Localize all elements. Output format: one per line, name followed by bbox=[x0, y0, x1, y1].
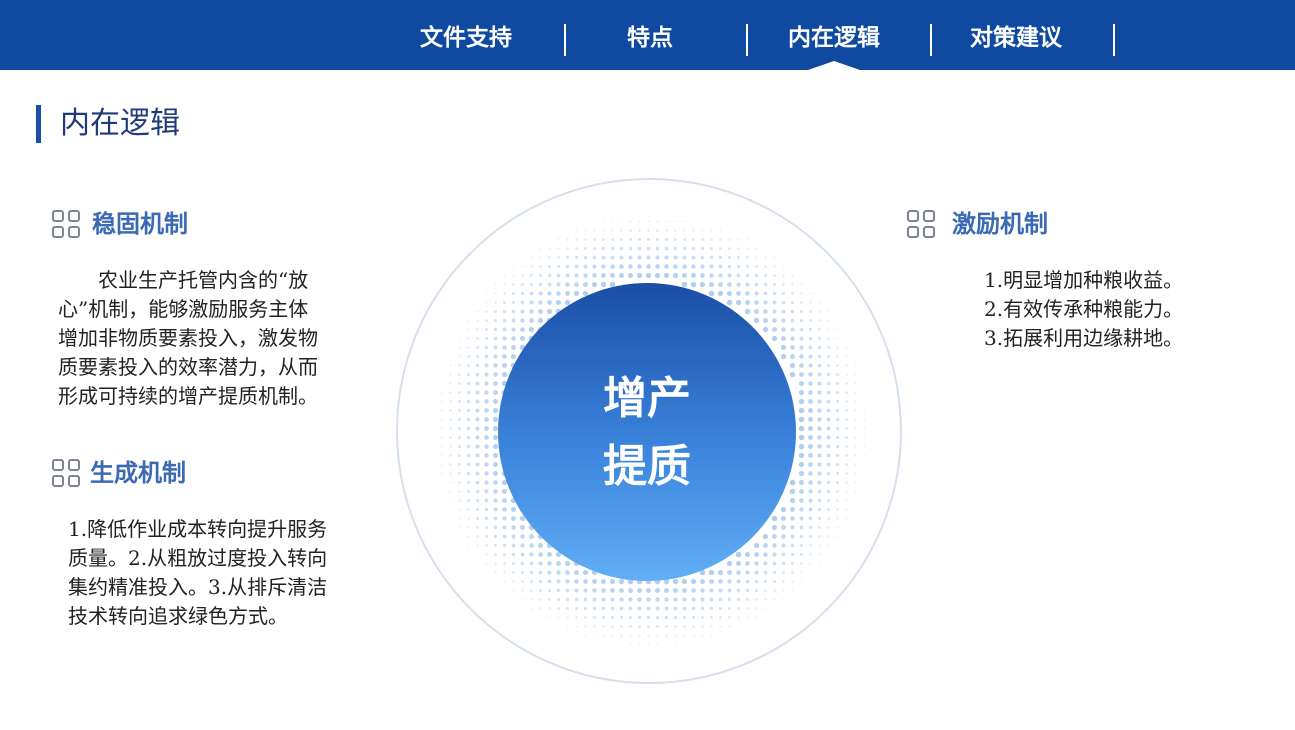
nav-tab-suggestions[interactable]: 对策建议 bbox=[938, 22, 1094, 54]
text-line: 质要素投入的效率潜力，从而 bbox=[58, 355, 318, 379]
text-line: 心”机制，能够激励服务主体 bbox=[58, 297, 309, 321]
center-circle: 增产 提质 bbox=[498, 283, 796, 581]
text-line: 集约精准投入。3.从排斥清洁 bbox=[68, 575, 328, 599]
nav: 文件支持 特点 内在逻辑 对策建议 bbox=[0, 0, 1295, 70]
nav-separator bbox=[746, 24, 748, 56]
text-line: 质量。2.从粗放过度投入转向 bbox=[68, 546, 328, 570]
text-line: 1.降低作业成本转向提升服务 bbox=[68, 517, 328, 541]
grid-icon bbox=[52, 459, 80, 487]
text-line: 农业生产托管内含的“放 bbox=[58, 268, 309, 292]
nav-tab-file-support[interactable]: 文件支持 bbox=[388, 22, 544, 54]
nav-separator bbox=[1113, 24, 1115, 56]
grid-icon bbox=[907, 210, 935, 238]
text-line: 增加非物质要素投入，激发物 bbox=[58, 326, 318, 350]
generation-mechanism-text: 1.降低作业成本转向提升服务 质量。2.从粗放过度投入转向 集约精准投入。3.从… bbox=[68, 515, 408, 631]
nav-tab-inner-logic[interactable]: 内在逻辑 bbox=[756, 22, 912, 54]
center-text-line2: 提质 bbox=[603, 441, 691, 492]
grid-icon bbox=[52, 210, 80, 238]
center-text-line1: 增产 bbox=[603, 373, 691, 424]
nav-separator bbox=[564, 24, 566, 56]
list-item: 2.有效传承种粮能力。 bbox=[984, 297, 1184, 321]
active-tab-indicator bbox=[808, 61, 860, 70]
stable-mechanism-title: 稳固机制 bbox=[92, 210, 188, 238]
nav-tab-features[interactable]: 特点 bbox=[572, 22, 728, 54]
incentive-mechanism-text: 1.明显增加种粮收益。 2.有效传承种粮能力。 3.拓展利用边缘耕地。 bbox=[984, 266, 1244, 353]
text-line: 技术转向追求绿色方式。 bbox=[68, 604, 288, 628]
incentive-mechanism-title: 激励机制 bbox=[952, 210, 1048, 238]
section-title: 内在逻辑 bbox=[60, 106, 180, 141]
generation-mechanism-title: 生成机制 bbox=[90, 459, 186, 487]
section-accent-bar bbox=[36, 105, 41, 143]
nav-separator bbox=[930, 24, 932, 56]
list-item: 1.明显增加种粮收益。 bbox=[984, 268, 1184, 292]
text-line: 形成可持续的增产提质机制。 bbox=[58, 384, 318, 408]
stable-mechanism-text: 农业生产托管内含的“放 心”机制，能够激励服务主体 增加非物质要素投入，激发物 … bbox=[58, 266, 398, 411]
list-item: 3.拓展利用边缘耕地。 bbox=[984, 326, 1184, 350]
